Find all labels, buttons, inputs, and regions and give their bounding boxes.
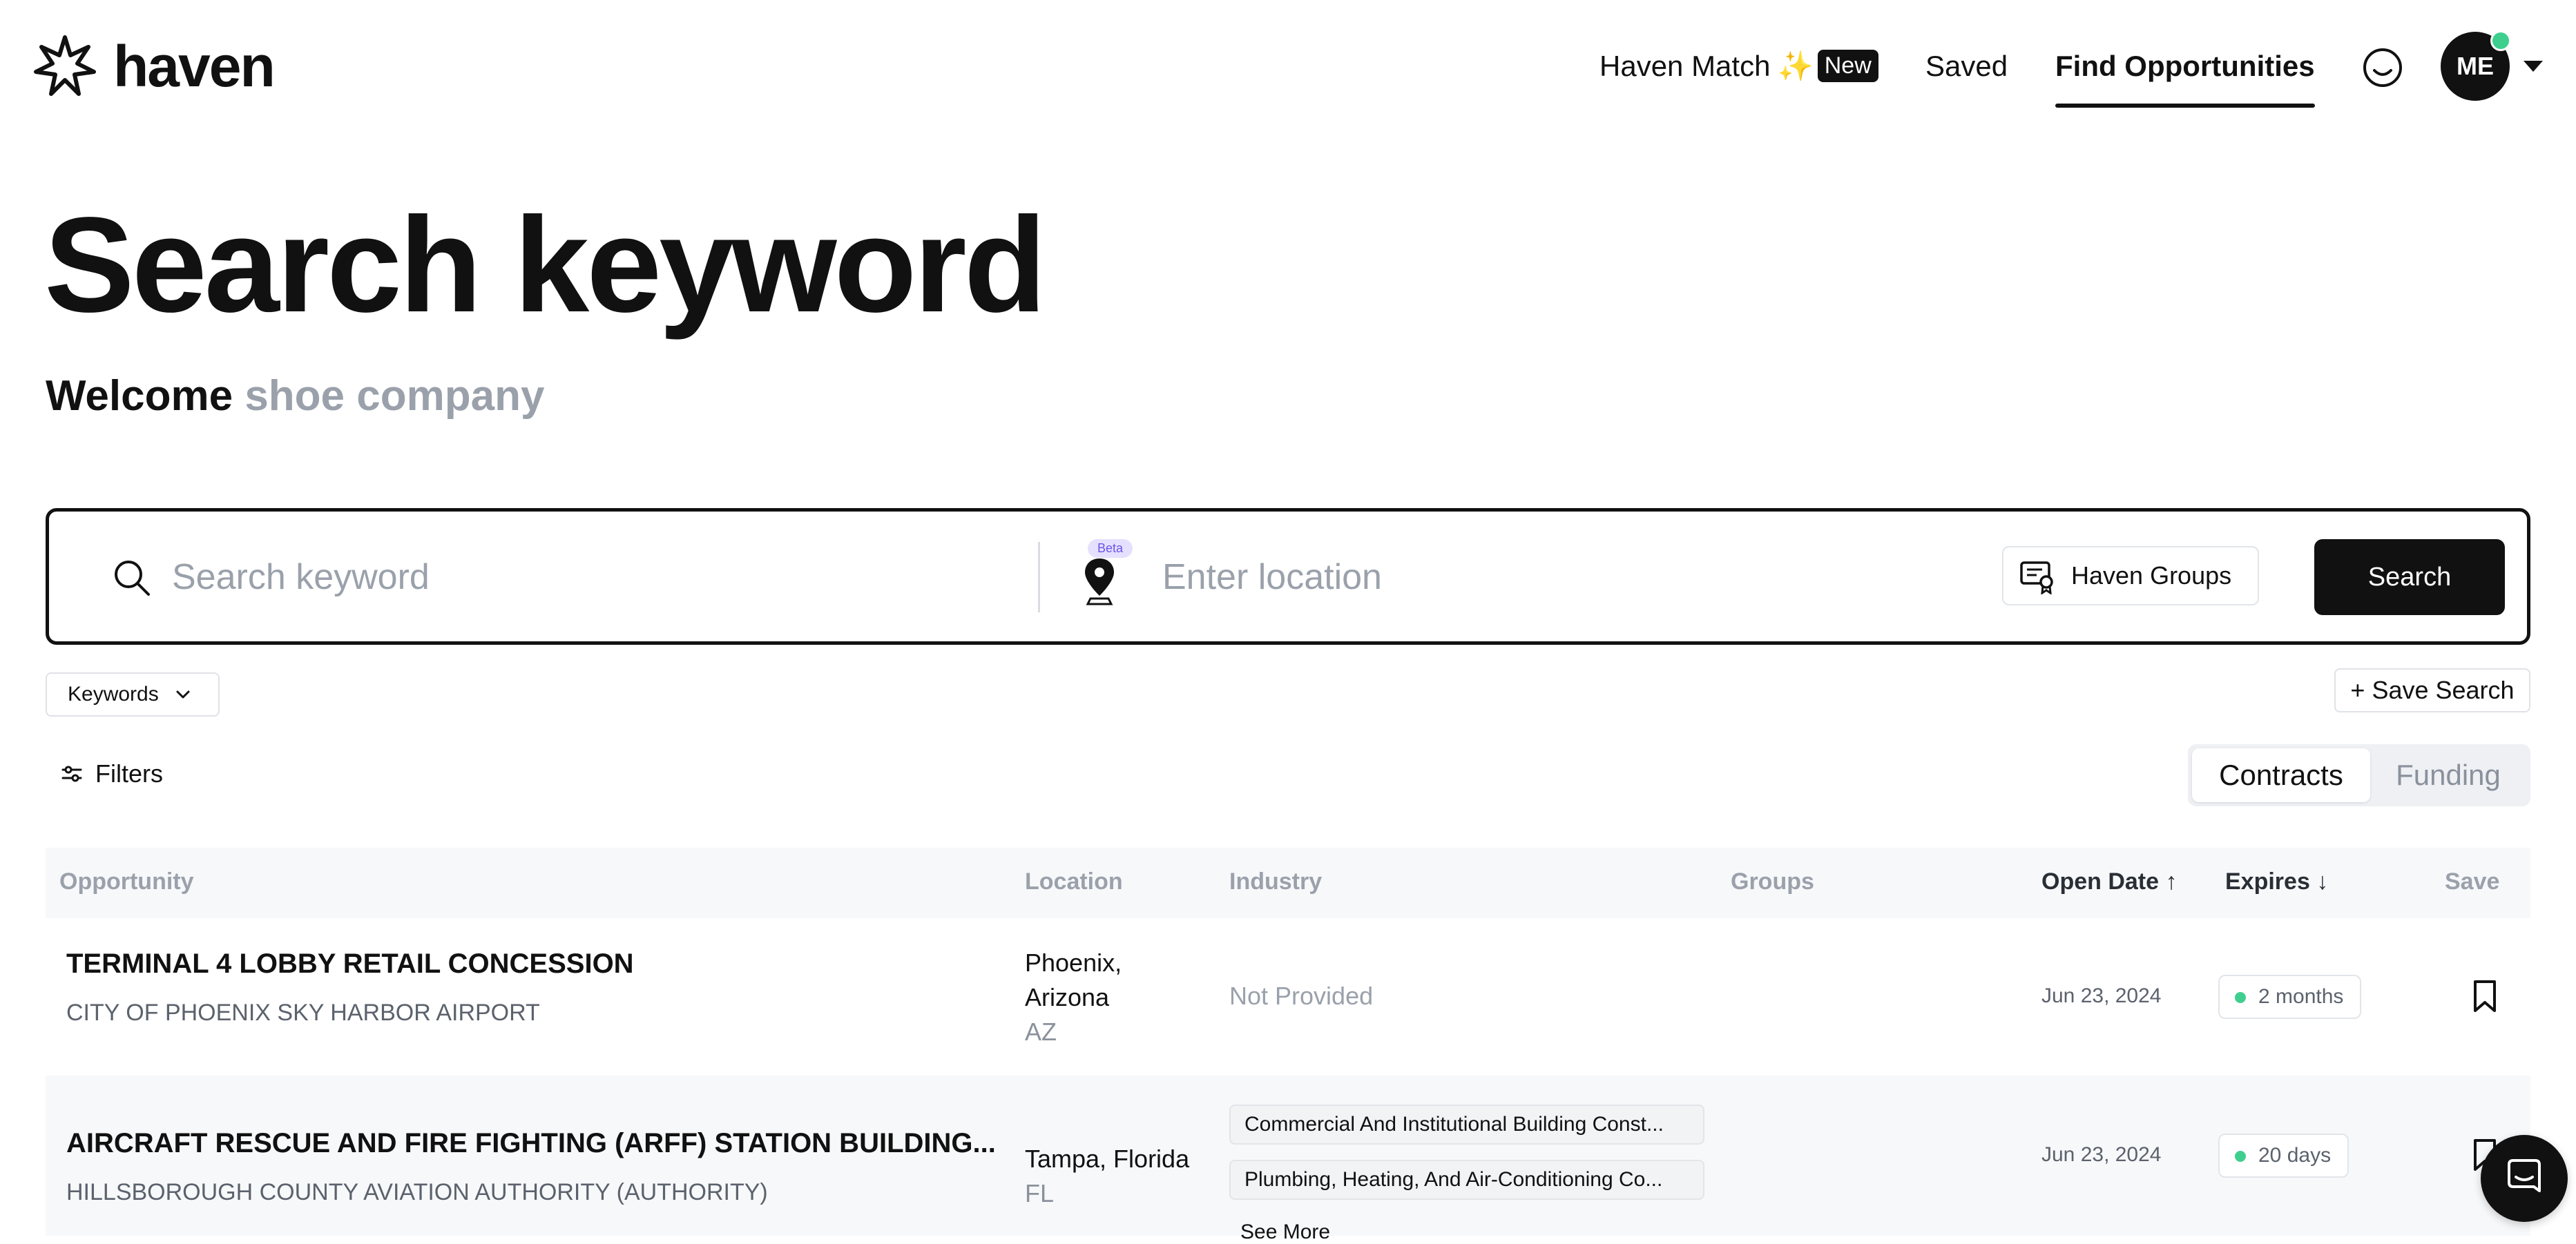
feedback-smiley-icon[interactable] xyxy=(2362,47,2403,88)
location-state: AZ xyxy=(1025,1018,1057,1046)
welcome-prefix: Welcome xyxy=(46,372,233,420)
expires-status-dot xyxy=(2235,992,2246,1003)
expires-status-dot xyxy=(2235,1151,2246,1162)
search-divider xyxy=(1038,542,1040,612)
groups-certificate-icon xyxy=(2020,561,2053,594)
haven-groups-button[interactable]: Haven Groups xyxy=(2002,546,2259,605)
column-save: Save xyxy=(2445,868,2500,895)
expires-badge: 2 months xyxy=(2218,975,2362,1019)
contracts-funding-toggle: Contracts Funding xyxy=(2188,744,2530,806)
brand-logo[interactable]: haven xyxy=(30,32,276,101)
page-title: Search keyword xyxy=(44,189,1046,340)
location-city: Phoenix, Arizona xyxy=(1025,949,1122,1011)
column-industry: Industry xyxy=(1229,868,1323,895)
tab-funding[interactable]: Funding xyxy=(2370,748,2526,802)
search-button[interactable]: Search xyxy=(2314,539,2505,615)
save-search-button[interactable]: + Save Search xyxy=(2334,668,2530,712)
expires-value: 20 days xyxy=(2258,1144,2332,1167)
keywords-dropdown[interactable]: Keywords xyxy=(46,672,220,717)
column-groups: Groups xyxy=(1731,868,1814,895)
open-date: Jun 23, 2024 xyxy=(2041,984,2162,1007)
location-pin-icon xyxy=(1085,558,1114,605)
industry-tag[interactable]: Commercial And Institutional Building Co… xyxy=(1229,1105,1704,1145)
table-row[interactable]: AIRCRAFT RESCUE AND FIRE FIGHTING (ARFF)… xyxy=(46,1076,2530,1243)
location-input[interactable] xyxy=(1161,546,1990,608)
welcome-message: Welcome shoe company xyxy=(46,371,544,420)
filters-button[interactable]: Filters xyxy=(61,759,163,788)
opportunity-location: Phoenix, Arizona AZ xyxy=(1025,946,1163,1049)
opportunity-title[interactable]: AIRCRAFT RESCUE AND FIRE FIGHTING (ARFF)… xyxy=(66,1128,996,1159)
open-date: Jun 23, 2024 xyxy=(2041,1143,2162,1166)
tab-contracts[interactable]: Contracts xyxy=(2192,748,2370,802)
column-expires[interactable]: Expires ↓ xyxy=(2225,868,2328,895)
keywords-dropdown-label: Keywords xyxy=(68,683,159,706)
filters-label: Filters xyxy=(95,759,163,788)
haven-star-icon xyxy=(34,35,96,96)
chevron-down-icon xyxy=(176,690,190,699)
expires-badge: 20 days xyxy=(2218,1134,2349,1178)
sliders-icon xyxy=(61,766,82,782)
chevron-down-icon[interactable] xyxy=(2524,61,2543,72)
column-open-date[interactable]: Open Date ↑ xyxy=(2041,868,2177,895)
haven-groups-label: Haven Groups xyxy=(2071,561,2232,590)
chat-bubble-icon xyxy=(2508,1159,2541,1192)
beta-badge: Beta xyxy=(1088,539,1133,558)
opportunity-title[interactable]: TERMINAL 4 LOBBY RETAIL CONCESSION xyxy=(66,949,634,980)
new-badge: New xyxy=(1817,50,1878,82)
online-status-dot xyxy=(2490,30,2511,51)
column-location: Location xyxy=(1025,868,1123,895)
column-opportunity: Opportunity xyxy=(59,868,194,895)
opportunity-location: Tampa, Florida FL xyxy=(1025,1142,1189,1211)
search-icon xyxy=(115,561,150,596)
table-header: Opportunity Location Industry Groups Ope… xyxy=(46,848,2530,918)
opportunity-agency: CITY OF PHOENIX SKY HARBOR AIRPORT xyxy=(66,1000,540,1026)
search-bar: Beta Haven Groups Search xyxy=(46,508,2530,645)
nav-haven-match[interactable]: Haven Match ✨ New xyxy=(1599,50,1878,84)
nav-haven-match-label: Haven Match xyxy=(1599,50,1771,82)
table-row[interactable]: TERMINAL 4 LOBBY RETAIL CONCESSION CITY … xyxy=(46,918,2530,1076)
expires-value: 2 months xyxy=(2258,985,2344,1008)
see-more-link[interactable]: See More xyxy=(1240,1221,1330,1244)
brand-name: haven xyxy=(113,34,276,99)
location-city: Tampa, Florida xyxy=(1025,1145,1190,1173)
industry-tag[interactable]: Plumbing, Heating, And Air-Conditioning … xyxy=(1229,1160,1704,1200)
nav-find-opportunities[interactable]: Find Opportunities xyxy=(2055,50,2315,108)
location-state: FL xyxy=(1025,1179,1055,1207)
company-name: shoe company xyxy=(244,372,545,420)
keyword-search-input[interactable] xyxy=(171,546,999,608)
industry-value: Not Provided xyxy=(1229,982,1374,1010)
chat-launcher-button[interactable] xyxy=(2481,1135,2568,1222)
nav-saved[interactable]: Saved xyxy=(1925,50,2008,83)
bookmark-icon[interactable] xyxy=(2470,979,2500,1013)
top-header: haven Haven Match ✨ New Saved Find Opportu… xyxy=(0,0,2576,131)
sparkle-icon: ✨ xyxy=(1777,50,1814,82)
opportunity-agency: HILLSBOROUGH COUNTY AVIATION AUTHORITY (… xyxy=(66,1179,768,1205)
